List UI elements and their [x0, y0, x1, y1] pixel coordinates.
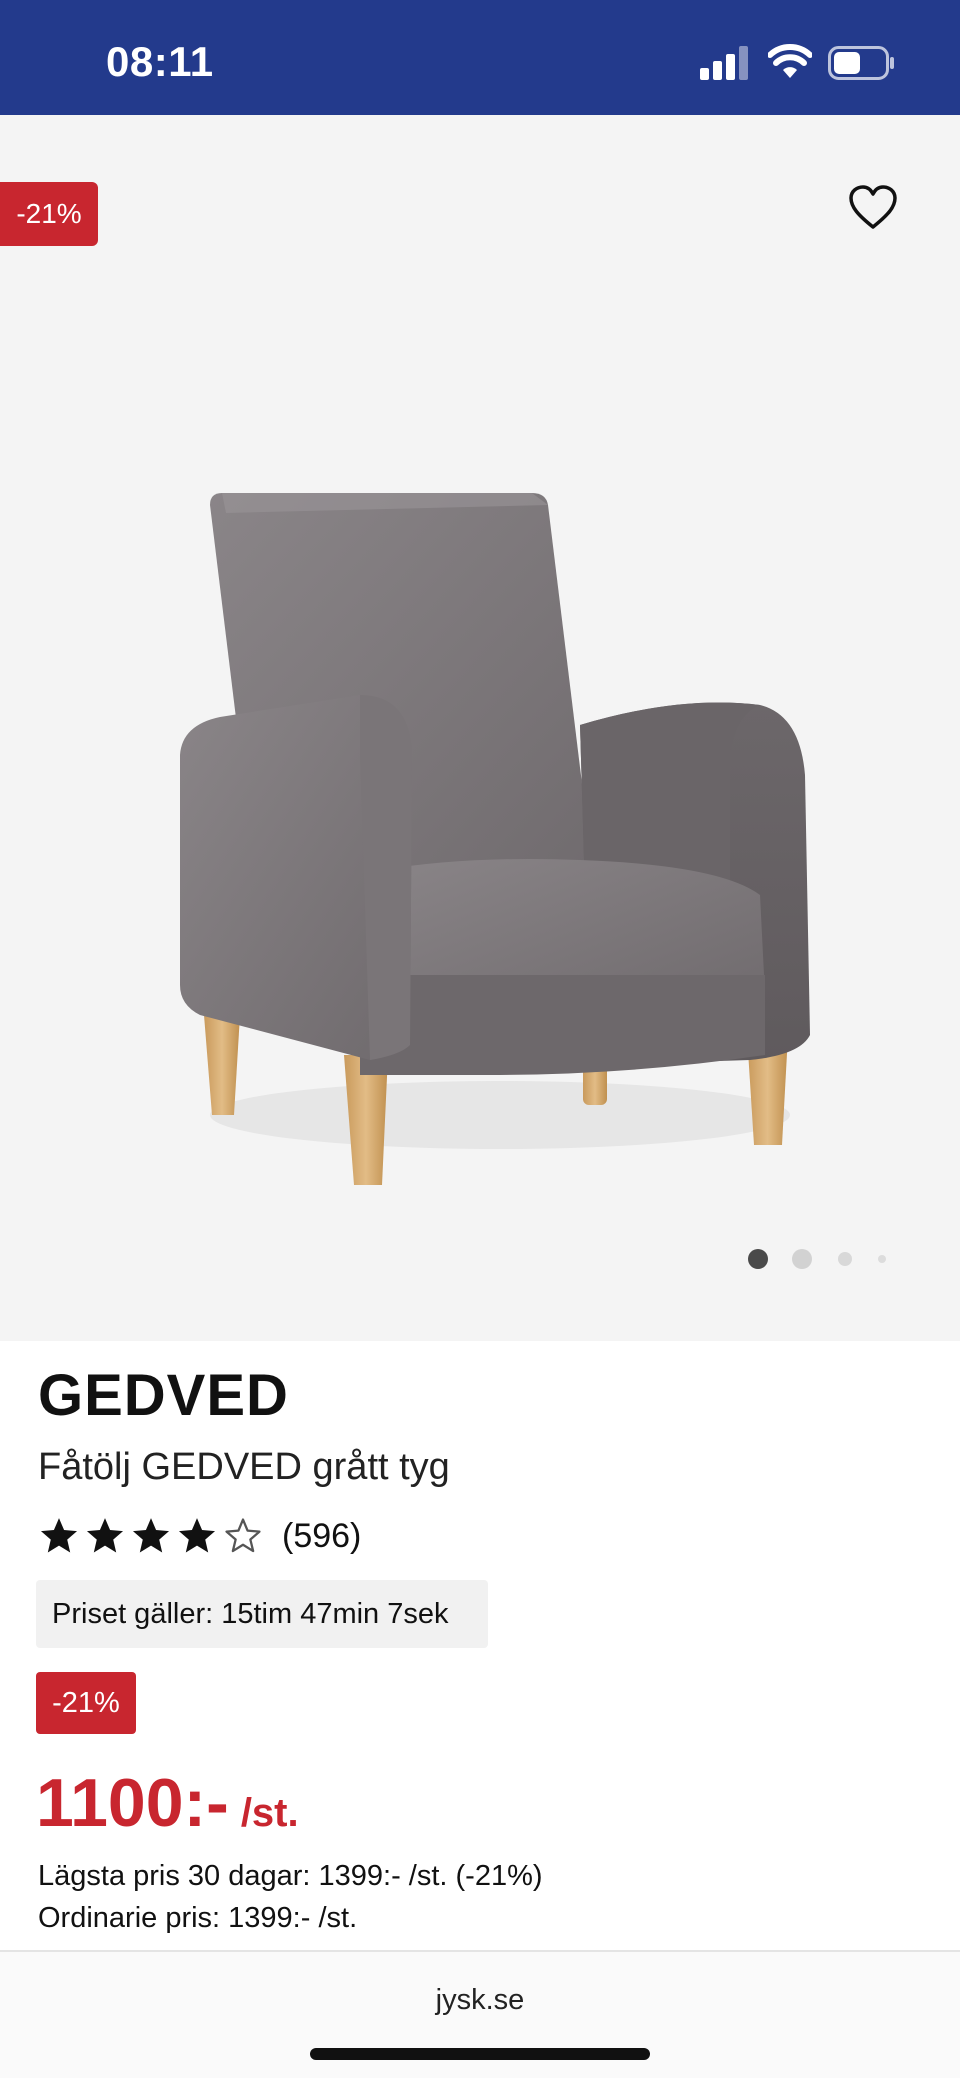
- carousel-dot[interactable]: [838, 1252, 852, 1266]
- home-indicator[interactable]: [310, 2048, 650, 2060]
- status-bar: 08:11: [0, 0, 960, 115]
- star-filled-icon: [86, 1518, 124, 1553]
- carousel-dot-active[interactable]: [748, 1249, 768, 1269]
- discount-badge: -21%: [36, 1672, 136, 1734]
- address-bar-url[interactable]: jysk.se: [0, 1984, 960, 2017]
- image-discount-badge: -21%: [0, 182, 98, 246]
- lowest-price-30-days: Lägsta pris 30 dagar: 1399:- /st. (-21%): [38, 1860, 543, 1892]
- product-brand: GEDVED: [38, 1363, 289, 1428]
- rating-stars: [38, 1515, 264, 1557]
- star-filled-icon: [40, 1518, 78, 1553]
- price-timer: Priset gäller: 15tim 47min 7sek: [36, 1580, 488, 1648]
- star-filled-icon: [178, 1518, 216, 1553]
- status-time: 08:11: [106, 38, 214, 85]
- wifi-icon: [768, 44, 812, 78]
- cellular-signal-icon: [700, 46, 748, 80]
- price-row: 1100:- /st.: [36, 1764, 299, 1842]
- ordinary-price: Ordinarie pris: 1399:- /st.: [38, 1902, 358, 1934]
- carousel-dot[interactable]: [878, 1255, 886, 1263]
- star-filled-icon: [132, 1518, 170, 1553]
- star-outline-icon: [225, 1518, 261, 1553]
- rating-row[interactable]: (596): [38, 1508, 361, 1564]
- browser-bottom-bar: jysk.se: [0, 1950, 960, 2078]
- carousel-dot[interactable]: [792, 1249, 812, 1269]
- product-photo-armchair: [180, 493, 810, 1185]
- product-title: Fåtölj GEDVED grått tyg: [38, 1446, 450, 1488]
- review-count[interactable]: (596): [282, 1517, 361, 1556]
- battery-icon: [828, 46, 894, 80]
- price-value: 1100:-: [36, 1765, 229, 1841]
- heart-outline-icon[interactable]: [848, 185, 898, 231]
- product-image-carousel[interactable]: -21%: [0, 115, 960, 1341]
- price-unit: /st.: [240, 1791, 299, 1835]
